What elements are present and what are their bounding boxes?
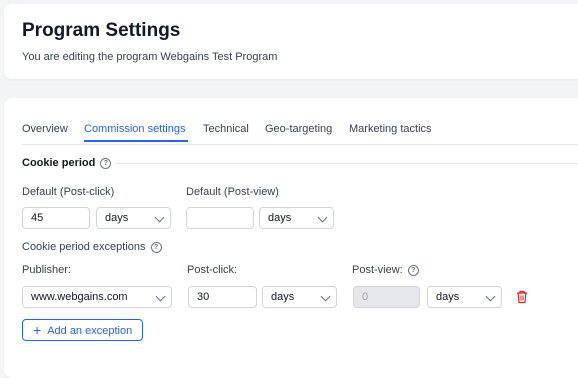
exception-post-view-input: 0 xyxy=(353,286,420,308)
default-post-click-unit: days xyxy=(105,212,129,224)
tab-commission-settings[interactable]: Commission settings xyxy=(84,123,185,135)
section-divider xyxy=(116,163,578,164)
chevron-down-icon xyxy=(317,212,328,223)
page-subtitle: You are editing the program Webgains Tes… xyxy=(22,51,278,63)
exception-post-view-unit-select[interactable]: days xyxy=(427,286,502,308)
cookie-period-heading: Cookie period ? xyxy=(22,157,112,169)
chevron-down-icon xyxy=(154,212,165,223)
page-title: Program Settings xyxy=(22,20,181,41)
plus-icon: + xyxy=(33,322,42,338)
tab-bar: Overview Commission settings Technical G… xyxy=(22,120,578,145)
settings-card: Overview Commission settings Technical G… xyxy=(4,98,578,378)
exceptions-heading: Cookie period exceptions ? xyxy=(22,241,162,253)
tab-geo-targeting[interactable]: Geo-targeting xyxy=(265,123,332,135)
info-circle-icon[interactable]: ? xyxy=(150,242,162,253)
chevron-down-icon xyxy=(485,291,496,302)
post-view-label-wrap: Post-view: ? xyxy=(352,264,419,276)
post-view-label: Post-view: xyxy=(352,264,403,276)
tab-overview[interactable]: Overview xyxy=(22,123,68,135)
publisher-label: Publisher: xyxy=(22,264,71,276)
chevron-down-icon xyxy=(155,291,166,302)
active-tab-indicator xyxy=(84,140,188,142)
info-circle-icon[interactable]: ? xyxy=(407,265,419,276)
default-post-view-unit: days xyxy=(268,212,292,224)
add-exception-label: Add an exception xyxy=(47,325,133,337)
exception-post-click-unit-select[interactable]: days xyxy=(262,286,337,308)
exceptions-title: Cookie period exceptions xyxy=(22,241,146,253)
default-post-click-input[interactable]: 45 xyxy=(22,207,90,229)
default-post-view-label: Default (Post-view) xyxy=(186,186,279,198)
info-circle-icon[interactable]: ? xyxy=(100,158,112,169)
default-post-view-unit-select[interactable]: days xyxy=(259,207,334,229)
exception-post-click-unit: days xyxy=(271,291,295,303)
publisher-value: www.webgains.com xyxy=(31,291,128,303)
add-exception-button[interactable]: + Add an exception xyxy=(22,319,144,341)
trash-icon[interactable] xyxy=(516,290,528,304)
exception-post-click-input[interactable]: 30 xyxy=(188,286,257,308)
post-click-label: Post-click: xyxy=(187,264,238,276)
tab-marketing-tactics[interactable]: Marketing tactics xyxy=(349,123,432,135)
cookie-period-title: Cookie period xyxy=(22,157,96,169)
tab-technical[interactable]: Technical xyxy=(203,123,249,135)
default-post-click-unit-select[interactable]: days xyxy=(96,207,171,229)
exception-post-view-unit: days xyxy=(436,291,460,303)
publisher-select[interactable]: www.webgains.com xyxy=(22,286,172,308)
header-card: Program Settings You are editing the pro… xyxy=(4,4,578,79)
chevron-down-icon xyxy=(320,291,331,302)
default-post-view-input[interactable] xyxy=(186,207,254,229)
default-post-click-label: Default (Post-click) xyxy=(22,186,115,198)
